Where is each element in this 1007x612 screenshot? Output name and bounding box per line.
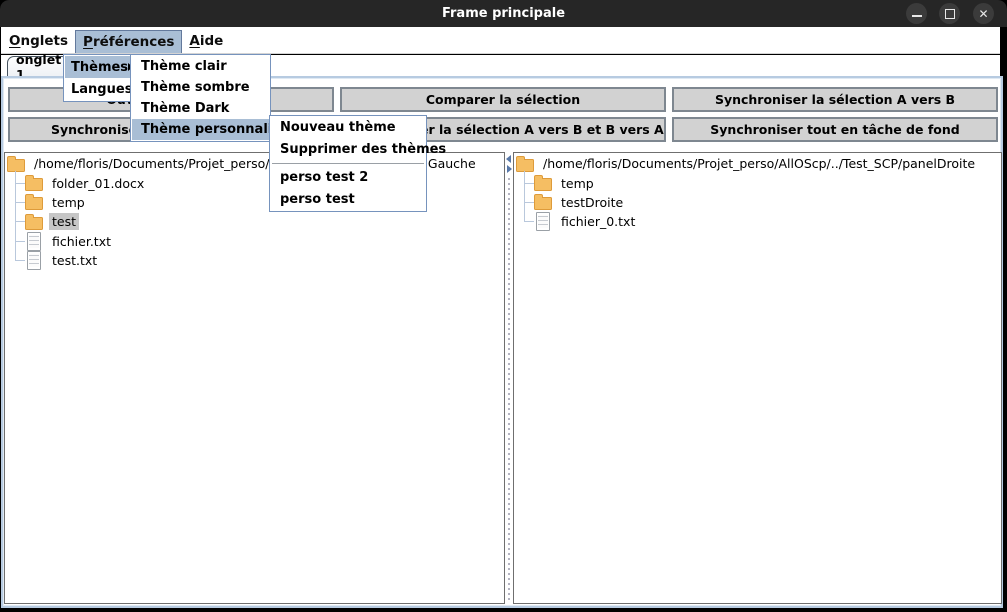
tree-item-test[interactable]: test: [5, 212, 504, 231]
tree-guide-stub: [15, 260, 25, 261]
tree-guide-stub: [15, 221, 25, 222]
tree-item-label: test: [49, 213, 79, 230]
menu-item[interactable]: Langues: [65, 78, 130, 100]
tree-item-fichier.txt[interactable]: fichier.txt: [5, 232, 504, 251]
toolbar-button[interactable]: Synchroniser tout en tâche de fond: [672, 117, 998, 142]
minimize-button[interactable]: [906, 3, 927, 24]
folder-icon: [25, 217, 43, 230]
left-file-panel: /home/floris/Documents/Projet_perso/AllO…: [4, 152, 505, 604]
tree-item-label: test.txt: [49, 252, 100, 269]
tree-guide-line: [15, 171, 16, 260]
tree-root-row[interactable]: /home/floris/Documents/Projet_perso/AllO…: [514, 154, 1001, 173]
folder-icon: [25, 197, 43, 210]
folder-icon: [516, 159, 534, 172]
menu-item[interactable]: Nouveau thème: [271, 117, 425, 139]
folder-icon: [534, 197, 552, 210]
menu-item[interactable]: Supprimer des thèmes: [271, 139, 425, 161]
file-icon: [536, 212, 550, 231]
menubar-item-aide[interactable]: Aide: [182, 29, 230, 53]
menu-item[interactable]: Thème sombre: [132, 77, 269, 98]
tab-onglet-1[interactable]: onglet 1: [7, 56, 67, 77]
folder-icon: [7, 159, 25, 172]
tree-item-temp[interactable]: temp: [5, 193, 504, 212]
menubar-item-préférences[interactable]: Préférences: [75, 30, 182, 53]
menu-item[interactable]: Thème clair: [132, 56, 269, 77]
split-pane-divider[interactable]: [505, 152, 513, 604]
right-file-panel: /home/floris/Documents/Projet_perso/AllO…: [513, 152, 1002, 604]
tree-guide-line: [524, 171, 525, 222]
menu-item[interactable]: perso test 2: [271, 167, 425, 189]
tree-guide-stub: [15, 202, 25, 203]
tree-guide-stub: [15, 241, 25, 242]
tree-item-folder_01.docx[interactable]: folder_01.docx: [5, 173, 504, 192]
tree-item-fichier_0.txt[interactable]: fichier_0.txt: [514, 212, 1001, 231]
tree-item-temp[interactable]: temp: [514, 173, 1001, 192]
custom-theme-submenu-popup: Nouveau thèmeSupprimer des thèmes perso t…: [269, 115, 427, 212]
close-button[interactable]: ✕: [973, 3, 994, 24]
left-file-tree: /home/floris/Documents/Projet_perso/AllO…: [5, 153, 504, 603]
menubar-item-onglets[interactable]: Onglets: [2, 29, 75, 53]
tree-guide-stub: [15, 183, 25, 184]
toolbar-button[interactable]: Synchroniser la sélection A vers B: [672, 87, 998, 112]
main-window: Frame principale ✕ OngletsPréférencesAid…: [0, 0, 1007, 612]
collapse-right-icon[interactable]: [507, 165, 512, 173]
preferences-menu-popup: ThèmesLangues: [63, 54, 132, 102]
tree-item-test.txt[interactable]: test.txt: [5, 251, 504, 270]
menu-item[interactable]: Thème personnalisé: [132, 119, 269, 140]
tree-item-label: temp: [49, 194, 88, 211]
folder-icon: [25, 178, 43, 191]
tree-item-label: fichier.txt: [49, 233, 114, 250]
tree-root-row[interactable]: /home/floris/Documents/Projet_perso/AllO…: [5, 154, 504, 173]
menu-item[interactable]: Thème Dark: [132, 98, 269, 119]
collapse-left-icon[interactable]: [506, 155, 511, 163]
tree-item-label: folder_01.docx: [49, 175, 147, 192]
themes-submenu-popup: Thème clairThème sombreThème DarkThème p…: [130, 54, 271, 142]
menu-bar: OngletsPréférencesAide: [1, 27, 1000, 54]
tree-item-label: testDroite: [558, 194, 626, 211]
tree-root-path: /home/floris/Documents/Projet_perso/AllO…: [540, 155, 978, 172]
tree-guide-stub: [524, 202, 534, 203]
tree-item-testDroite[interactable]: testDroite: [514, 193, 1001, 212]
file-icon: [27, 251, 41, 270]
minimize-icon: [912, 15, 922, 17]
tree-item-label: temp: [558, 175, 597, 192]
right-file-tree: /home/floris/Documents/Projet_perso/AllO…: [514, 153, 1001, 603]
tree-guide-stub: [524, 221, 534, 222]
menu-item[interactable]: Thèmes: [65, 56, 130, 78]
maximize-button[interactable]: [939, 3, 960, 24]
tree-guide-stub: [524, 183, 534, 184]
splitter-grip: [508, 178, 510, 601]
close-icon: ✕: [978, 8, 988, 20]
maximize-icon: [945, 9, 955, 19]
file-icon: [27, 232, 41, 251]
window-title: Frame principale: [0, 0, 1007, 27]
toolbar-button[interactable]: Comparer la sélection: [340, 87, 666, 112]
tree-item-label: fichier_0.txt: [558, 213, 638, 230]
folder-icon: [534, 178, 552, 191]
title-bar: Frame principale ✕: [0, 0, 1007, 27]
menu-item[interactable]: perso test: [271, 189, 425, 211]
menu-separator: [272, 163, 424, 164]
